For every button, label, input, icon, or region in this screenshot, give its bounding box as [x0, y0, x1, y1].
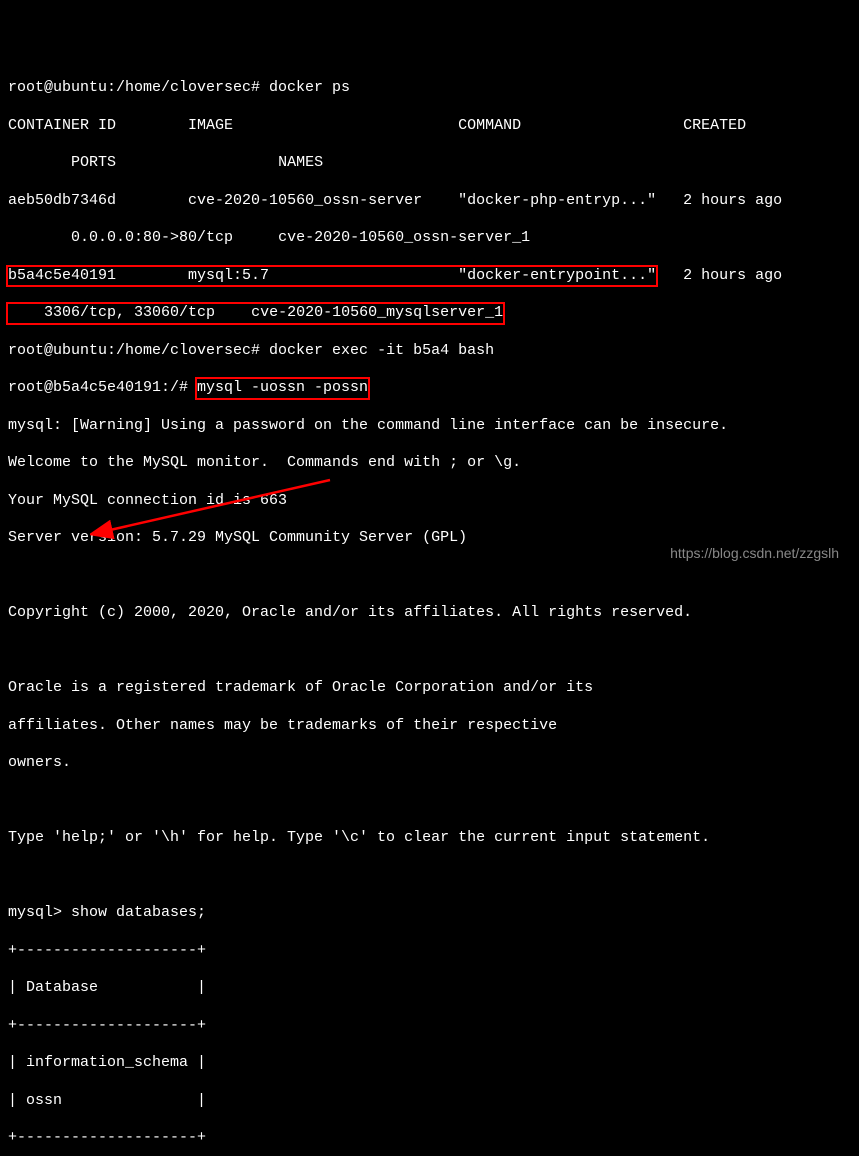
mysql-output: Your MySQL connection id is 663 [8, 492, 851, 511]
blank-line [8, 867, 851, 886]
table-sep: +--------------------+ [8, 942, 851, 961]
docker-header: CONTAINER ID IMAGE COMMAND CREATED S [8, 117, 851, 136]
mysql-output: affiliates. Other names may be trademark… [8, 717, 851, 736]
table-sep: +--------------------+ [8, 1129, 851, 1148]
blank-line [8, 642, 851, 661]
mysql-prompt: mysql> [8, 904, 71, 921]
docker-row-2: 0.0.0.0:80->80/tcp cve-2020-10560_ossn-s… [8, 229, 851, 248]
mysql-output: owners. [8, 754, 851, 773]
docker-row-hl-2: 3306/tcp, 33060/tcp cve-2020-10560_mysql… [8, 304, 851, 323]
shell-prompt: root@ubuntu:/home/cloversec# [8, 342, 269, 359]
terminal-line: root@b5a4c5e40191:/# mysql -uossn -possn [8, 379, 851, 398]
mysql-prompt-line: mysql> show databases; [8, 904, 851, 923]
blank-line [8, 792, 851, 811]
mysql-query: show databases; [71, 904, 206, 921]
mysql-output: Type 'help;' or '\h' for help. Type '\c'… [8, 829, 851, 848]
mysql-output: mysql: [Warning] Using a password on the… [8, 417, 851, 436]
docker-header-2: PORTS NAMES [8, 154, 851, 173]
mysql-login-cmd: mysql -uossn -possn [195, 377, 370, 400]
terminal-line: root@ubuntu:/home/cloversec# docker ps [8, 79, 851, 98]
table-row: | information_schema | [8, 1054, 851, 1073]
command-text: docker ps [269, 79, 350, 96]
docker-row-hl: b5a4c5e40191 mysql:5.7 "docker-entrypoin… [8, 267, 851, 286]
table-row: | ossn | [8, 1092, 851, 1111]
shell-prompt: root@b5a4c5e40191:/# [8, 379, 197, 396]
mysql-output: Oracle is a registered trademark of Orac… [8, 679, 851, 698]
command-text: docker exec -it b5a4 bash [269, 342, 494, 359]
watermark: https://blog.csdn.net/zzgslh [670, 545, 839, 563]
terminal-line: root@ubuntu:/home/cloversec# docker exec… [8, 342, 851, 361]
mysql-output: Welcome to the MySQL monitor. Commands e… [8, 454, 851, 473]
blank-line [8, 567, 851, 586]
table-sep: +--------------------+ [8, 1017, 851, 1036]
docker-row: aeb50db7346d cve-2020-10560_ossn-server … [8, 192, 851, 211]
shell-prompt: root@ubuntu:/home/cloversec# [8, 79, 269, 96]
mysql-output: Copyright (c) 2000, 2020, Oracle and/or … [8, 604, 851, 623]
table-head: | Database | [8, 979, 851, 998]
